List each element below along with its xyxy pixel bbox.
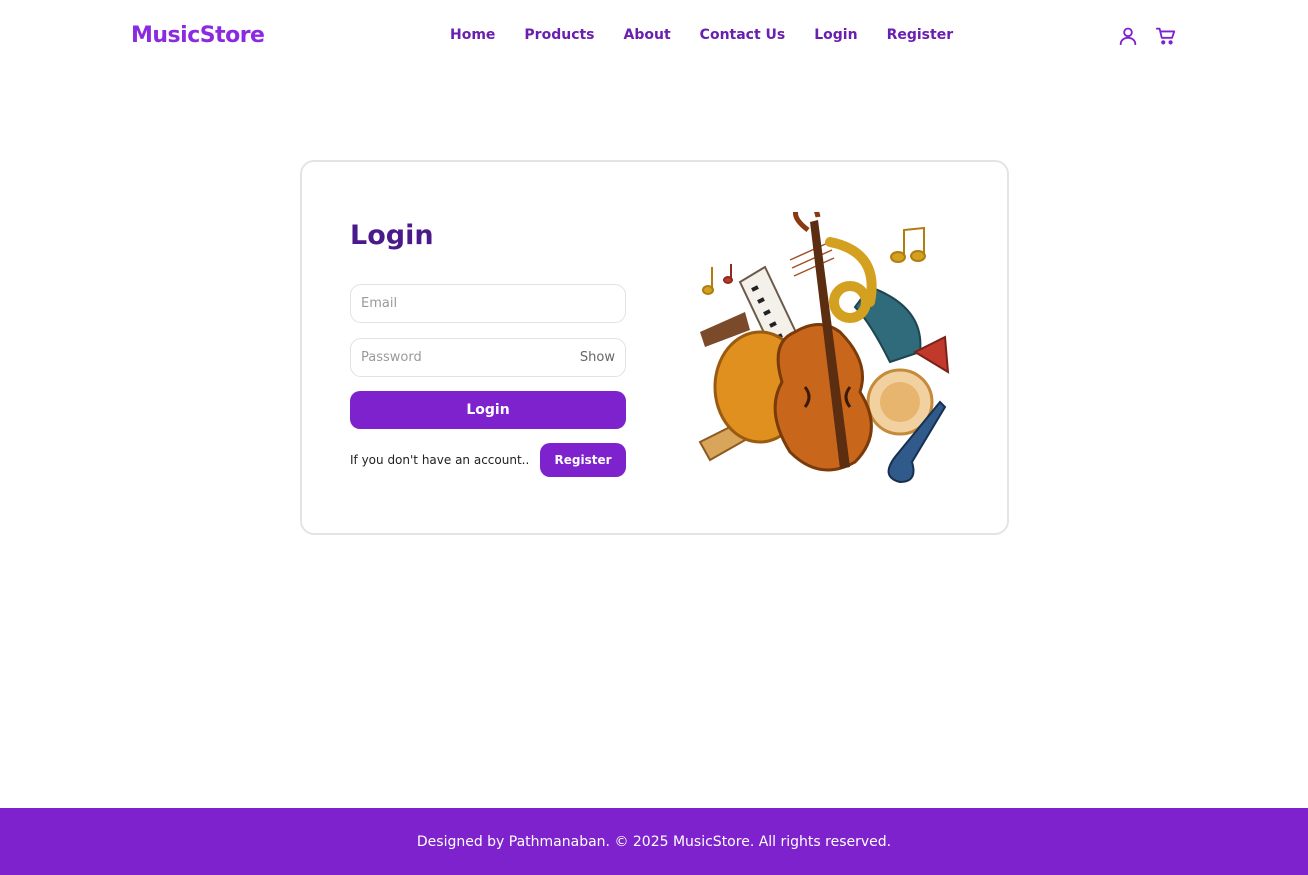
french-horn-icon <box>825 237 877 323</box>
navbar: MusicStore Home Products About Contact U… <box>0 0 1308 74</box>
nav-link-login[interactable]: Login <box>814 27 857 43</box>
nav-link-products[interactable]: Products <box>524 27 594 43</box>
music-note-icon <box>723 264 733 284</box>
cart-icon[interactable] <box>1155 25 1177 47</box>
music-note-icon <box>890 226 926 263</box>
sheet-music-icon <box>789 241 835 277</box>
music-note-icon <box>702 267 714 295</box>
nav-link-about[interactable]: About <box>624 27 671 43</box>
login-title: Login <box>350 220 434 251</box>
password-field-wrapper: Show <box>350 338 626 377</box>
nav-link-home[interactable]: Home <box>450 27 495 43</box>
email-input[interactable] <box>351 285 625 322</box>
user-icon[interactable] <box>1117 25 1139 47</box>
no-account-text: If you don't have an account.. <box>350 453 530 467</box>
brand-logo[interactable]: MusicStore <box>131 23 265 48</box>
email-field-wrapper <box>350 284 626 323</box>
nav-link-register[interactable]: Register <box>887 27 954 43</box>
nav-icons <box>1117 25 1177 47</box>
login-card: Login Show Login If you don't have an ac… <box>300 160 1009 535</box>
show-password-toggle[interactable]: Show <box>580 350 615 365</box>
footer-copyright: Designed by Pathmanaban. © 2025 MusicSto… <box>416 833 892 850</box>
footer: Designed by Pathmanaban. © 2025 MusicSto… <box>0 808 1308 875</box>
musical-instruments-illustration <box>698 212 950 484</box>
nav-link-contact-us[interactable]: Contact Us <box>700 27 786 43</box>
login-submit-button[interactable]: Login <box>350 391 626 429</box>
nav-links: Home Products About Contact Us Login Reg… <box>450 27 953 43</box>
register-button[interactable]: Register <box>540 443 626 477</box>
